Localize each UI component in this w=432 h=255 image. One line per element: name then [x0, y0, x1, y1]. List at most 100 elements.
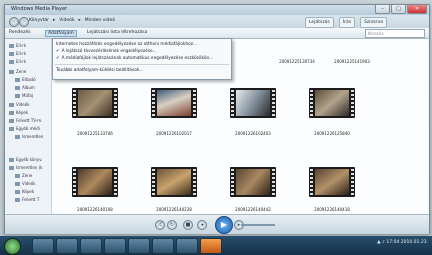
app-icon[interactable] — [104, 238, 126, 254]
sidebar-item-pictures[interactable]: Képek — [15, 189, 34, 194]
organize-button[interactable]: Rendezés — [9, 30, 31, 35]
video-tile[interactable] — [309, 167, 355, 197]
sidebar-item-other-media[interactable]: Egyéb médi — [9, 126, 40, 131]
video-thumbnail — [151, 167, 197, 197]
app-icon[interactable] — [152, 238, 174, 254]
player-controls: ⤮ ↻ ■ ◂ ▶ ▸ — [5, 214, 429, 234]
create-playlist-button[interactable]: Lejátszási lista létrehozása — [87, 30, 147, 35]
breadcrumb: Könyvtár ▸ Videók ▸ Minden videó — [29, 18, 115, 23]
sidebar-item-videos[interactable]: Videók — [9, 102, 30, 107]
media-icon — [9, 127, 14, 131]
back-icon[interactable]: ‹ — [9, 17, 19, 27]
menu-item-remote-control[interactable]: ✔ A lejátszó távvezérlésének engedélyezés… — [56, 49, 157, 54]
clock[interactable]: 17:04 — [386, 240, 399, 245]
date[interactable]: 2010.01.23. — [401, 240, 428, 245]
sidebar-item-other-library[interactable]: Ismeretlen (k — [9, 165, 42, 170]
media-player-taskbar-icon[interactable] — [80, 238, 102, 254]
video-tile[interactable] — [230, 167, 276, 197]
tv-icon — [9, 119, 14, 123]
genre-icon — [15, 94, 20, 98]
library-icon — [9, 166, 14, 170]
video-tile[interactable] — [72, 167, 118, 197]
forward-icon[interactable]: › — [19, 17, 29, 27]
video-title: 20091226102017 — [156, 131, 192, 136]
video-title: 20091226102403 — [235, 131, 271, 136]
sidebar-item-recorded-tv[interactable]: Felvett T — [15, 197, 39, 202]
word-icon[interactable] — [128, 238, 150, 254]
search-input[interactable]: Keresés — [365, 29, 425, 38]
breadcrumb-all-videos[interactable]: Minden videó — [85, 18, 115, 23]
sidebar-item[interactable]: Ell-rk — [9, 43, 26, 48]
media-player-window: Windows Media Player – □ ✕ ‹ › Könyvtár … — [4, 4, 430, 234]
sidebar-item-album[interactable]: Album — [15, 85, 35, 90]
volume-slider[interactable] — [241, 224, 275, 226]
sidebar-item[interactable]: Ell-rk — [9, 59, 26, 64]
tv-icon — [15, 198, 20, 202]
menu-item-auto-play-devices[interactable]: ✔ A médiafájlok lejátszásának automatikus… — [56, 56, 213, 61]
sidebar-item-pictures[interactable]: Képek — [9, 110, 28, 115]
sidebar-item-artist[interactable]: Előadó — [15, 77, 36, 82]
navigation-bar: ‹ › Könyvtár ▸ Videók ▸ Minden videó Lej… — [5, 15, 429, 28]
firefox-icon[interactable] — [200, 238, 222, 254]
tab-play[interactable]: Lejátszás — [305, 17, 334, 28]
menu-item-internet-access[interactable]: Internetes hozzáférés engedélyezése az o… — [56, 42, 197, 47]
breadcrumb-library[interactable]: Könyvtár — [29, 18, 49, 23]
picture-icon — [15, 190, 20, 194]
system-tray: ▲ ♪ 17:04 2010.01.23. — [377, 240, 428, 245]
video-icon — [9, 103, 14, 107]
sidebar-item-other-libraries[interactable]: Egyéb könyv. — [9, 157, 43, 162]
video-tile[interactable] — [151, 88, 197, 118]
sidebar-item-unknown[interactable]: Ismeretlen — [15, 134, 43, 139]
ie-icon[interactable] — [32, 238, 54, 254]
title-bar[interactable]: Windows Media Player – □ ✕ — [5, 5, 429, 15]
desktop: Windows Media Player – □ ✕ ‹ › Könyvtár … — [0, 0, 432, 255]
minimize-button[interactable]: – — [375, 5, 390, 14]
app-icon[interactable] — [176, 238, 198, 254]
taskbar: ▲ ♪ 17:04 2010.01.23. — [0, 236, 432, 255]
stream-button[interactable]: Adatfolyam — [45, 30, 77, 37]
video-tile[interactable] — [230, 88, 276, 118]
video-thumbnail — [309, 88, 355, 118]
video-title: 20091225133746 — [77, 131, 113, 136]
video-tile[interactable] — [72, 88, 118, 118]
video-title: 20091226140108 — [77, 207, 113, 212]
close-button[interactable]: ✕ — [407, 5, 427, 14]
video-tile[interactable] — [309, 88, 355, 118]
sidebar-item[interactable]: Ell-rk — [9, 51, 26, 56]
menu-item-more-stream-options[interactable]: További adatfolyam-küldési beállítások..… — [56, 68, 143, 73]
player-tabs: Lejátszás Írás Szinkron — [305, 17, 388, 28]
picture-icon — [9, 111, 14, 115]
artist-icon — [15, 78, 20, 82]
sidebar-item-music[interactable]: Zene — [9, 69, 26, 74]
stop-icon[interactable]: ■ — [183, 220, 193, 230]
window-title: Windows Media Player — [11, 6, 68, 12]
play-icon[interactable]: ▶ — [215, 216, 233, 234]
sidebar-item-videos[interactable]: Videók — [15, 181, 36, 186]
video-tile[interactable] — [151, 167, 197, 197]
video-thumbnail — [151, 88, 197, 118]
repeat-icon[interactable]: ↻ — [167, 220, 177, 230]
video-caption: 20091225141903 — [334, 59, 370, 64]
menu-divider — [55, 64, 229, 65]
tab-sync[interactable]: Szinkron — [360, 17, 388, 28]
sidebar-item-music[interactable]: Zene — [15, 173, 32, 178]
speaker-icon[interactable]: ♪ — [382, 240, 385, 245]
sidebar-item-genre[interactable]: Műfaj — [15, 93, 33, 98]
unknown-icon — [15, 135, 20, 139]
start-button[interactable] — [4, 238, 21, 255]
checkmark-icon: ✔ — [56, 49, 60, 54]
playlist-icon — [9, 52, 14, 56]
checkmark-icon: ✔ — [56, 56, 60, 61]
tab-burn[interactable]: Írás — [338, 17, 356, 28]
navigation-pane: Ell-rk Ell-rk Ell-rk Zene Előadó Album M… — [5, 39, 52, 214]
sidebar-item-recorded-tv[interactable]: Felvett TV-m. — [9, 118, 42, 123]
video-title: 20091226140442 — [235, 207, 271, 212]
maximize-button[interactable]: □ — [391, 5, 406, 14]
explorer-icon[interactable] — [56, 238, 78, 254]
album-icon — [15, 86, 20, 90]
network-icon[interactable]: ▲ — [377, 240, 380, 245]
shuffle-icon[interactable]: ⤮ — [155, 220, 165, 230]
chevron-right-icon: ▸ — [53, 18, 56, 23]
previous-icon[interactable]: ◂ — [197, 220, 207, 230]
breadcrumb-videos[interactable]: Videók — [59, 18, 74, 23]
